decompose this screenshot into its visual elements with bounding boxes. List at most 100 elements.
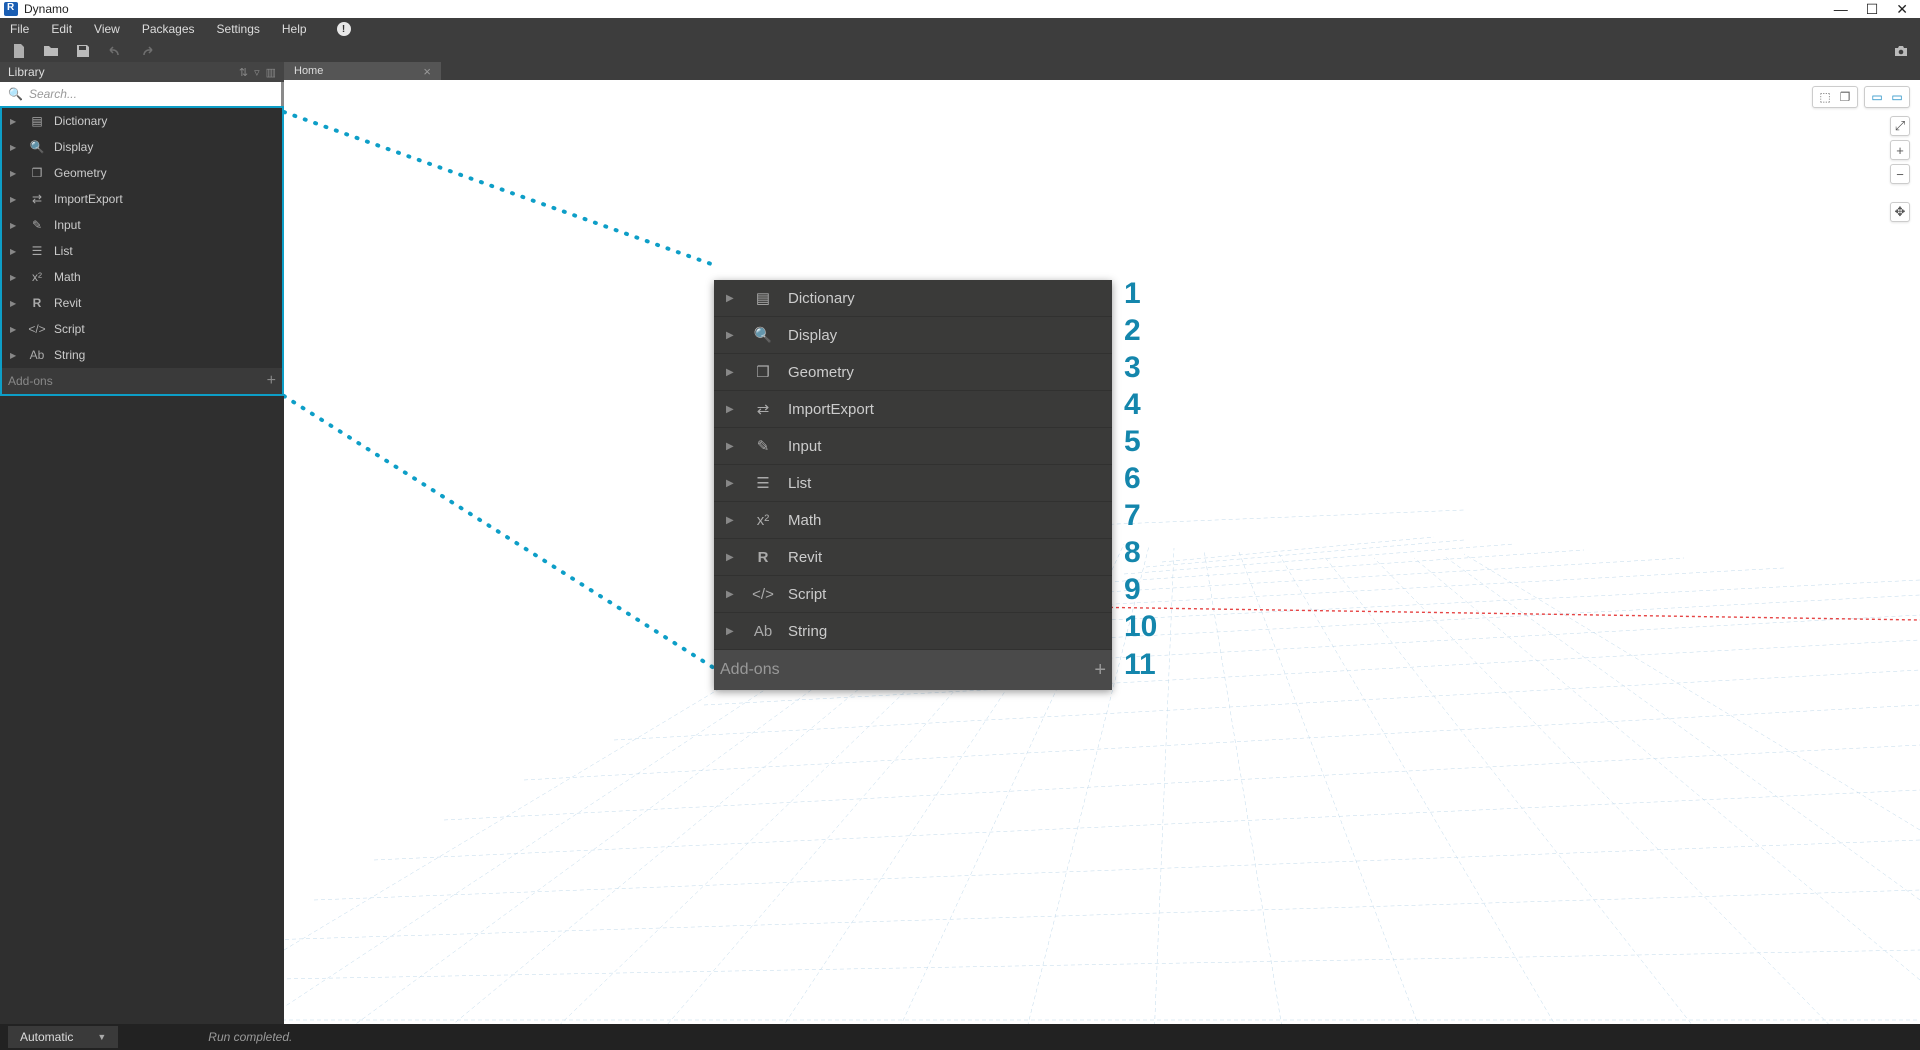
tree-item-math[interactable]: ▶x²Math — [2, 264, 282, 290]
view-nodes-icon[interactable]: ▭ — [1889, 89, 1905, 105]
zoom-in-button[interactable]: + — [1890, 140, 1910, 160]
callout-label: List — [788, 475, 811, 492]
maximize-button[interactable]: ☐ — [1866, 2, 1879, 16]
new-file-button[interactable] — [10, 42, 28, 60]
magnify-icon: 🔍 — [752, 326, 774, 344]
workspace-tab-home[interactable]: Home × — [284, 62, 441, 80]
chevron-right-icon: ▶ — [726, 367, 738, 378]
tree-label: Display — [54, 140, 93, 154]
menu-view[interactable]: View — [94, 22, 120, 36]
book-icon: ▤ — [28, 114, 46, 128]
run-mode-selector[interactable]: Automatic ▼ — [8, 1026, 118, 1048]
chevron-right-icon: ▶ — [10, 299, 20, 308]
screenshot-button[interactable] — [1892, 42, 1910, 60]
tree-item-revit[interactable]: ▶RRevit — [2, 290, 282, 316]
chevron-right-icon: ▶ — [10, 325, 20, 334]
pencil-icon: ✎ — [28, 218, 46, 232]
search-input[interactable] — [29, 87, 276, 101]
menu-edit[interactable]: Edit — [51, 22, 72, 36]
close-button[interactable]: ✕ — [1896, 2, 1908, 16]
status-message: Run completed. — [208, 1030, 292, 1044]
callout-item-input[interactable]: ▶✎Input — [714, 428, 1112, 465]
menu-help[interactable]: Help — [282, 22, 307, 36]
pan-button[interactable]: ✥ — [1890, 202, 1910, 222]
chevron-right-icon: ▶ — [10, 169, 20, 178]
redo-button[interactable] — [138, 42, 156, 60]
tree-item-string[interactable]: ▶AbString — [2, 342, 282, 368]
ab-icon: Ab — [752, 623, 774, 640]
plus-icon[interactable]: + — [1094, 659, 1106, 682]
callout-item-revit[interactable]: ▶RRevit — [714, 539, 1112, 576]
chevron-right-icon: ▶ — [10, 351, 20, 360]
open-file-button[interactable] — [42, 42, 60, 60]
callout-item-script[interactable]: ▶</>Script — [714, 576, 1112, 613]
library-search: 🔍 — [0, 82, 284, 106]
callout-label: Geometry — [788, 364, 854, 381]
save-button[interactable] — [74, 42, 92, 60]
tree-item-importexport[interactable]: ▶⇄ImportExport — [2, 186, 282, 212]
revit-icon: R — [28, 296, 46, 310]
callout-label: Script — [788, 586, 826, 603]
view-box-icon[interactable]: ❐ — [1837, 89, 1853, 105]
callout-item-importexport[interactable]: ▶⇄ImportExport — [714, 391, 1112, 428]
chevron-right-icon: ▶ — [726, 404, 738, 415]
menu-file[interactable]: File — [10, 22, 29, 36]
book-icon: ▤ — [752, 289, 774, 307]
tree-label: Input — [54, 218, 81, 232]
plus-icon[interactable]: + — [267, 372, 276, 390]
callout-number: 4 — [1124, 386, 1157, 423]
minimize-button[interactable]: — — [1834, 2, 1848, 16]
view-graph-icon[interactable]: ▭ — [1869, 89, 1885, 105]
toolbar — [0, 40, 1920, 62]
callout-addons-row[interactable]: Add-ons + — [714, 650, 1112, 690]
tree-item-script[interactable]: ▶</>Script — [2, 316, 282, 342]
menu-packages[interactable]: Packages — [142, 22, 195, 36]
callout-label: Input — [788, 438, 821, 455]
callout-number: 10 — [1124, 608, 1157, 645]
chevron-down-icon: ▼ — [97, 1032, 106, 1042]
tree-label: List — [54, 244, 73, 258]
swap-icon: ⇄ — [752, 400, 774, 418]
tree-item-geometry[interactable]: ▶❒Geometry — [2, 160, 282, 186]
callout-item-dictionary[interactable]: ▶▤Dictionary — [714, 280, 1112, 317]
callout-item-display[interactable]: ▶🔍Display — [714, 317, 1112, 354]
canvas-viewport[interactable]: ▶▤Dictionary ▶🔍Display ▶❒Geometry ▶⇄Impo… — [284, 80, 1920, 1024]
view-3d-icon[interactable]: ⬚ — [1817, 89, 1833, 105]
view-mode-group-3d: ⬚ ❐ — [1812, 86, 1858, 108]
chevron-right-icon: ▶ — [10, 273, 20, 282]
addons-label: Add-ons — [8, 374, 53, 388]
tree-label: Geometry — [54, 166, 107, 180]
callout-item-list[interactable]: ▶☰List — [714, 465, 1112, 502]
window-titlebar: Dynamo — ☐ ✕ — [0, 0, 1920, 18]
callout-item-math[interactable]: ▶x²Math — [714, 502, 1112, 539]
menu-settings[interactable]: Settings — [217, 22, 260, 36]
callout-number: 5 — [1124, 423, 1157, 460]
library-filter-icon[interactable]: ▿ — [254, 66, 260, 79]
callout-item-string[interactable]: ▶AbString — [714, 613, 1112, 650]
callout-addons-label: Add-ons — [720, 661, 780, 679]
library-sort-icon[interactable]: ⇅ — [239, 66, 248, 79]
library-tree: ▶▤Dictionary ▶🔍Display ▶❒Geometry ▶⇄Impo… — [0, 106, 284, 396]
alert-icon[interactable]: ! — [337, 22, 351, 36]
zoom-out-button[interactable]: − — [1890, 164, 1910, 184]
addons-row[interactable]: Add-ons + — [2, 368, 282, 394]
callout-number-column: 1 2 3 4 5 6 7 8 9 10 11 — [1124, 275, 1157, 685]
undo-button[interactable] — [106, 42, 124, 60]
chevron-right-icon: ▶ — [726, 515, 738, 526]
fit-view-button[interactable]: ⤢ — [1890, 116, 1910, 136]
close-icon[interactable]: × — [423, 64, 431, 79]
code-icon: </> — [752, 586, 774, 603]
search-icon: 🔍 — [8, 87, 23, 101]
tree-item-input[interactable]: ▶✎Input — [2, 212, 282, 238]
library-view-icon[interactable]: ▥ — [266, 66, 276, 79]
run-mode-label: Automatic — [20, 1030, 73, 1044]
callout-item-geometry[interactable]: ▶❒Geometry — [714, 354, 1112, 391]
tree-item-list[interactable]: ▶☰List — [2, 238, 282, 264]
tree-item-display[interactable]: ▶🔍Display — [2, 134, 282, 160]
tree-item-dictionary[interactable]: ▶▤Dictionary — [2, 108, 282, 134]
callout-number: 1 — [1124, 275, 1157, 312]
library-header: Library ⇅ ▿ ▥ — [0, 62, 284, 82]
callout-label: Display — [788, 327, 837, 344]
library-title: Library — [8, 65, 45, 79]
callout-label: Revit — [788, 549, 822, 566]
